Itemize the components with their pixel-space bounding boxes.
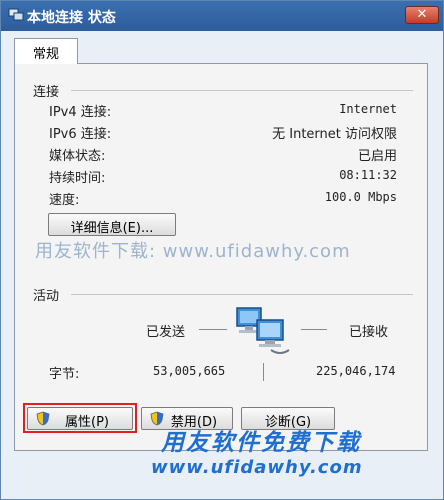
properties-button-label: 属性(P) xyxy=(65,415,109,430)
activity-separator xyxy=(71,294,413,295)
close-button[interactable]: ✕ xyxy=(405,6,439,24)
media-status-label: 媒体状态: xyxy=(49,149,106,164)
network-computers-icon xyxy=(236,307,290,354)
ipv6-value: 无 Internet 访问权限 xyxy=(272,127,397,142)
bytes-received-value: 225,046,174 xyxy=(316,364,396,378)
connection-separator xyxy=(71,90,413,91)
tab-general[interactable]: 常规 xyxy=(14,38,78,64)
activity-section-title: 活动 xyxy=(33,289,60,304)
speed-value: 100.0 Mbps xyxy=(324,190,397,204)
bytes-sent-value: 53,005,665 xyxy=(153,364,226,378)
details-button-label: 详细信息(E)... xyxy=(70,221,154,236)
received-label: 已接收 xyxy=(349,325,389,340)
duration-value: 08:11:32 xyxy=(339,168,397,182)
properties-button[interactable]: 属性(P) xyxy=(27,407,133,430)
watermark-brand: 用友软件免费下载 xyxy=(161,430,361,456)
sent-line xyxy=(199,329,227,330)
title-bar[interactable]: 本地连接 状态 ✕ xyxy=(1,1,443,31)
speed-label: 速度: xyxy=(49,193,80,208)
ipv6-label: IPv6 连接: xyxy=(49,127,112,142)
duration-label: 持续时间: xyxy=(49,171,106,186)
status-window: 本地连接 状态 ✕ 常规 连接 IPv4 连接: Internet IPv6 连… xyxy=(0,0,444,500)
watermark-url: www.ufidawhy.com xyxy=(151,457,363,478)
details-button[interactable]: 详细信息(E)... xyxy=(48,213,176,236)
received-line xyxy=(301,329,327,330)
tab-general-label: 常规 xyxy=(32,47,59,62)
bytes-label: 字节: xyxy=(49,367,80,382)
media-status-value: 已启用 xyxy=(357,149,397,164)
connection-section-title: 连接 xyxy=(33,85,60,100)
sent-label: 已发送 xyxy=(146,325,186,340)
activity-divider xyxy=(263,363,264,381)
close-icon: ✕ xyxy=(416,7,428,22)
network-connection-icon xyxy=(8,8,24,21)
ipv4-value: Internet xyxy=(339,102,397,116)
watermark-text: 用友软件下载: www.ufidawhy.com xyxy=(35,241,351,262)
ipv4-label: IPv4 连接: xyxy=(49,105,112,120)
window-title: 本地连接 状态 xyxy=(27,10,116,26)
